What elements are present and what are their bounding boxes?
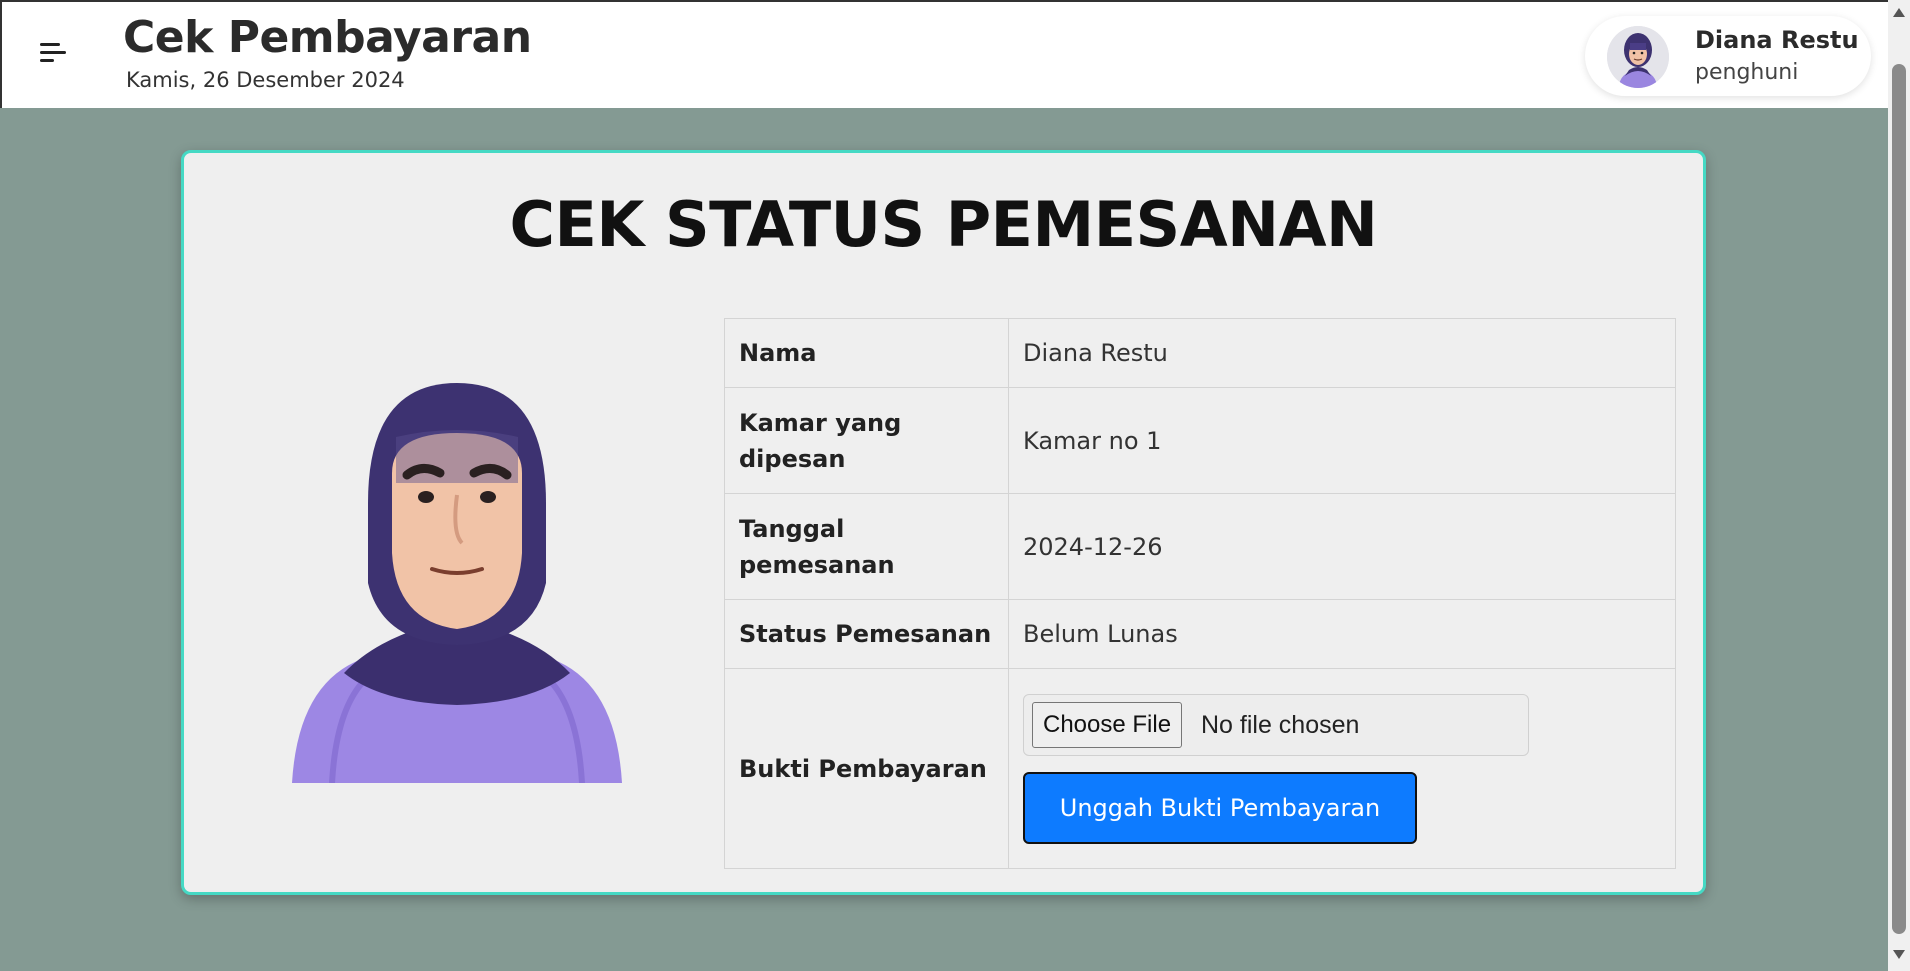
row-value-tanggal: 2024-12-26 (1008, 493, 1676, 600)
scroll-up-icon[interactable] (1893, 8, 1905, 17)
upload-payment-button[interactable]: Unggah Bukti Pembayaran (1023, 771, 1417, 844)
row-value-status: Belum Lunas (1008, 599, 1676, 669)
user-avatar (1607, 26, 1669, 88)
file-status-text: No file chosen (1201, 710, 1360, 739)
user-profile-chip[interactable]: Diana Restu penghuni (1585, 16, 1871, 96)
table-row: Status Pemesanan Belum Lunas (724, 599, 1676, 669)
row-label-nama: Nama (724, 318, 1009, 388)
menu-icon[interactable] (40, 42, 68, 64)
row-label-status: Status Pemesanan (724, 599, 1009, 669)
person-illustration (292, 383, 622, 784)
upload-cell: Choose File No file chosen Unggah Bukti … (1008, 668, 1676, 869)
page-title: Cek Pembayaran (123, 12, 532, 63)
row-value-kamar: Kamar no 1 (1008, 387, 1676, 494)
card-title: CEK STATUS PEMESANAN (509, 188, 1378, 261)
scroll-down-icon[interactable] (1893, 950, 1905, 959)
user-name: Diana Restu (1695, 26, 1859, 54)
booking-status-card: CEK STATUS PEMESANAN Nama Diana Restu Ka… (181, 150, 1706, 895)
row-value-nama: Diana Restu (1008, 318, 1676, 388)
table-row: Bukti Pembayaran Choose File No file cho… (724, 668, 1676, 869)
table-row: Tanggal pemesanan 2024-12-26 (724, 493, 1676, 600)
scroll-thumb[interactable] (1892, 64, 1906, 934)
row-label-kamar: Kamar yang dipesan (724, 387, 1009, 494)
file-input[interactable]: Choose File No file chosen (1023, 693, 1529, 756)
vertical-scrollbar[interactable] (1888, 0, 1910, 971)
table-row: Kamar yang dipesan Kamar no 1 (724, 387, 1676, 494)
top-bar: Cek Pembayaran Kamis, 26 Desember 2024 D… (0, 0, 1888, 108)
choose-file-button[interactable]: Choose File (1032, 701, 1183, 748)
row-label-tanggal: Tanggal pemesanan (724, 493, 1009, 600)
row-label-bukti: Bukti Pembayaran (724, 668, 1009, 869)
user-role: penghuni (1695, 60, 1799, 85)
table-row: Nama Diana Restu (724, 318, 1676, 388)
page-date: Kamis, 26 Desember 2024 (126, 68, 405, 92)
booking-info-table: Nama Diana Restu Kamar yang dipesan Kama… (724, 318, 1676, 869)
